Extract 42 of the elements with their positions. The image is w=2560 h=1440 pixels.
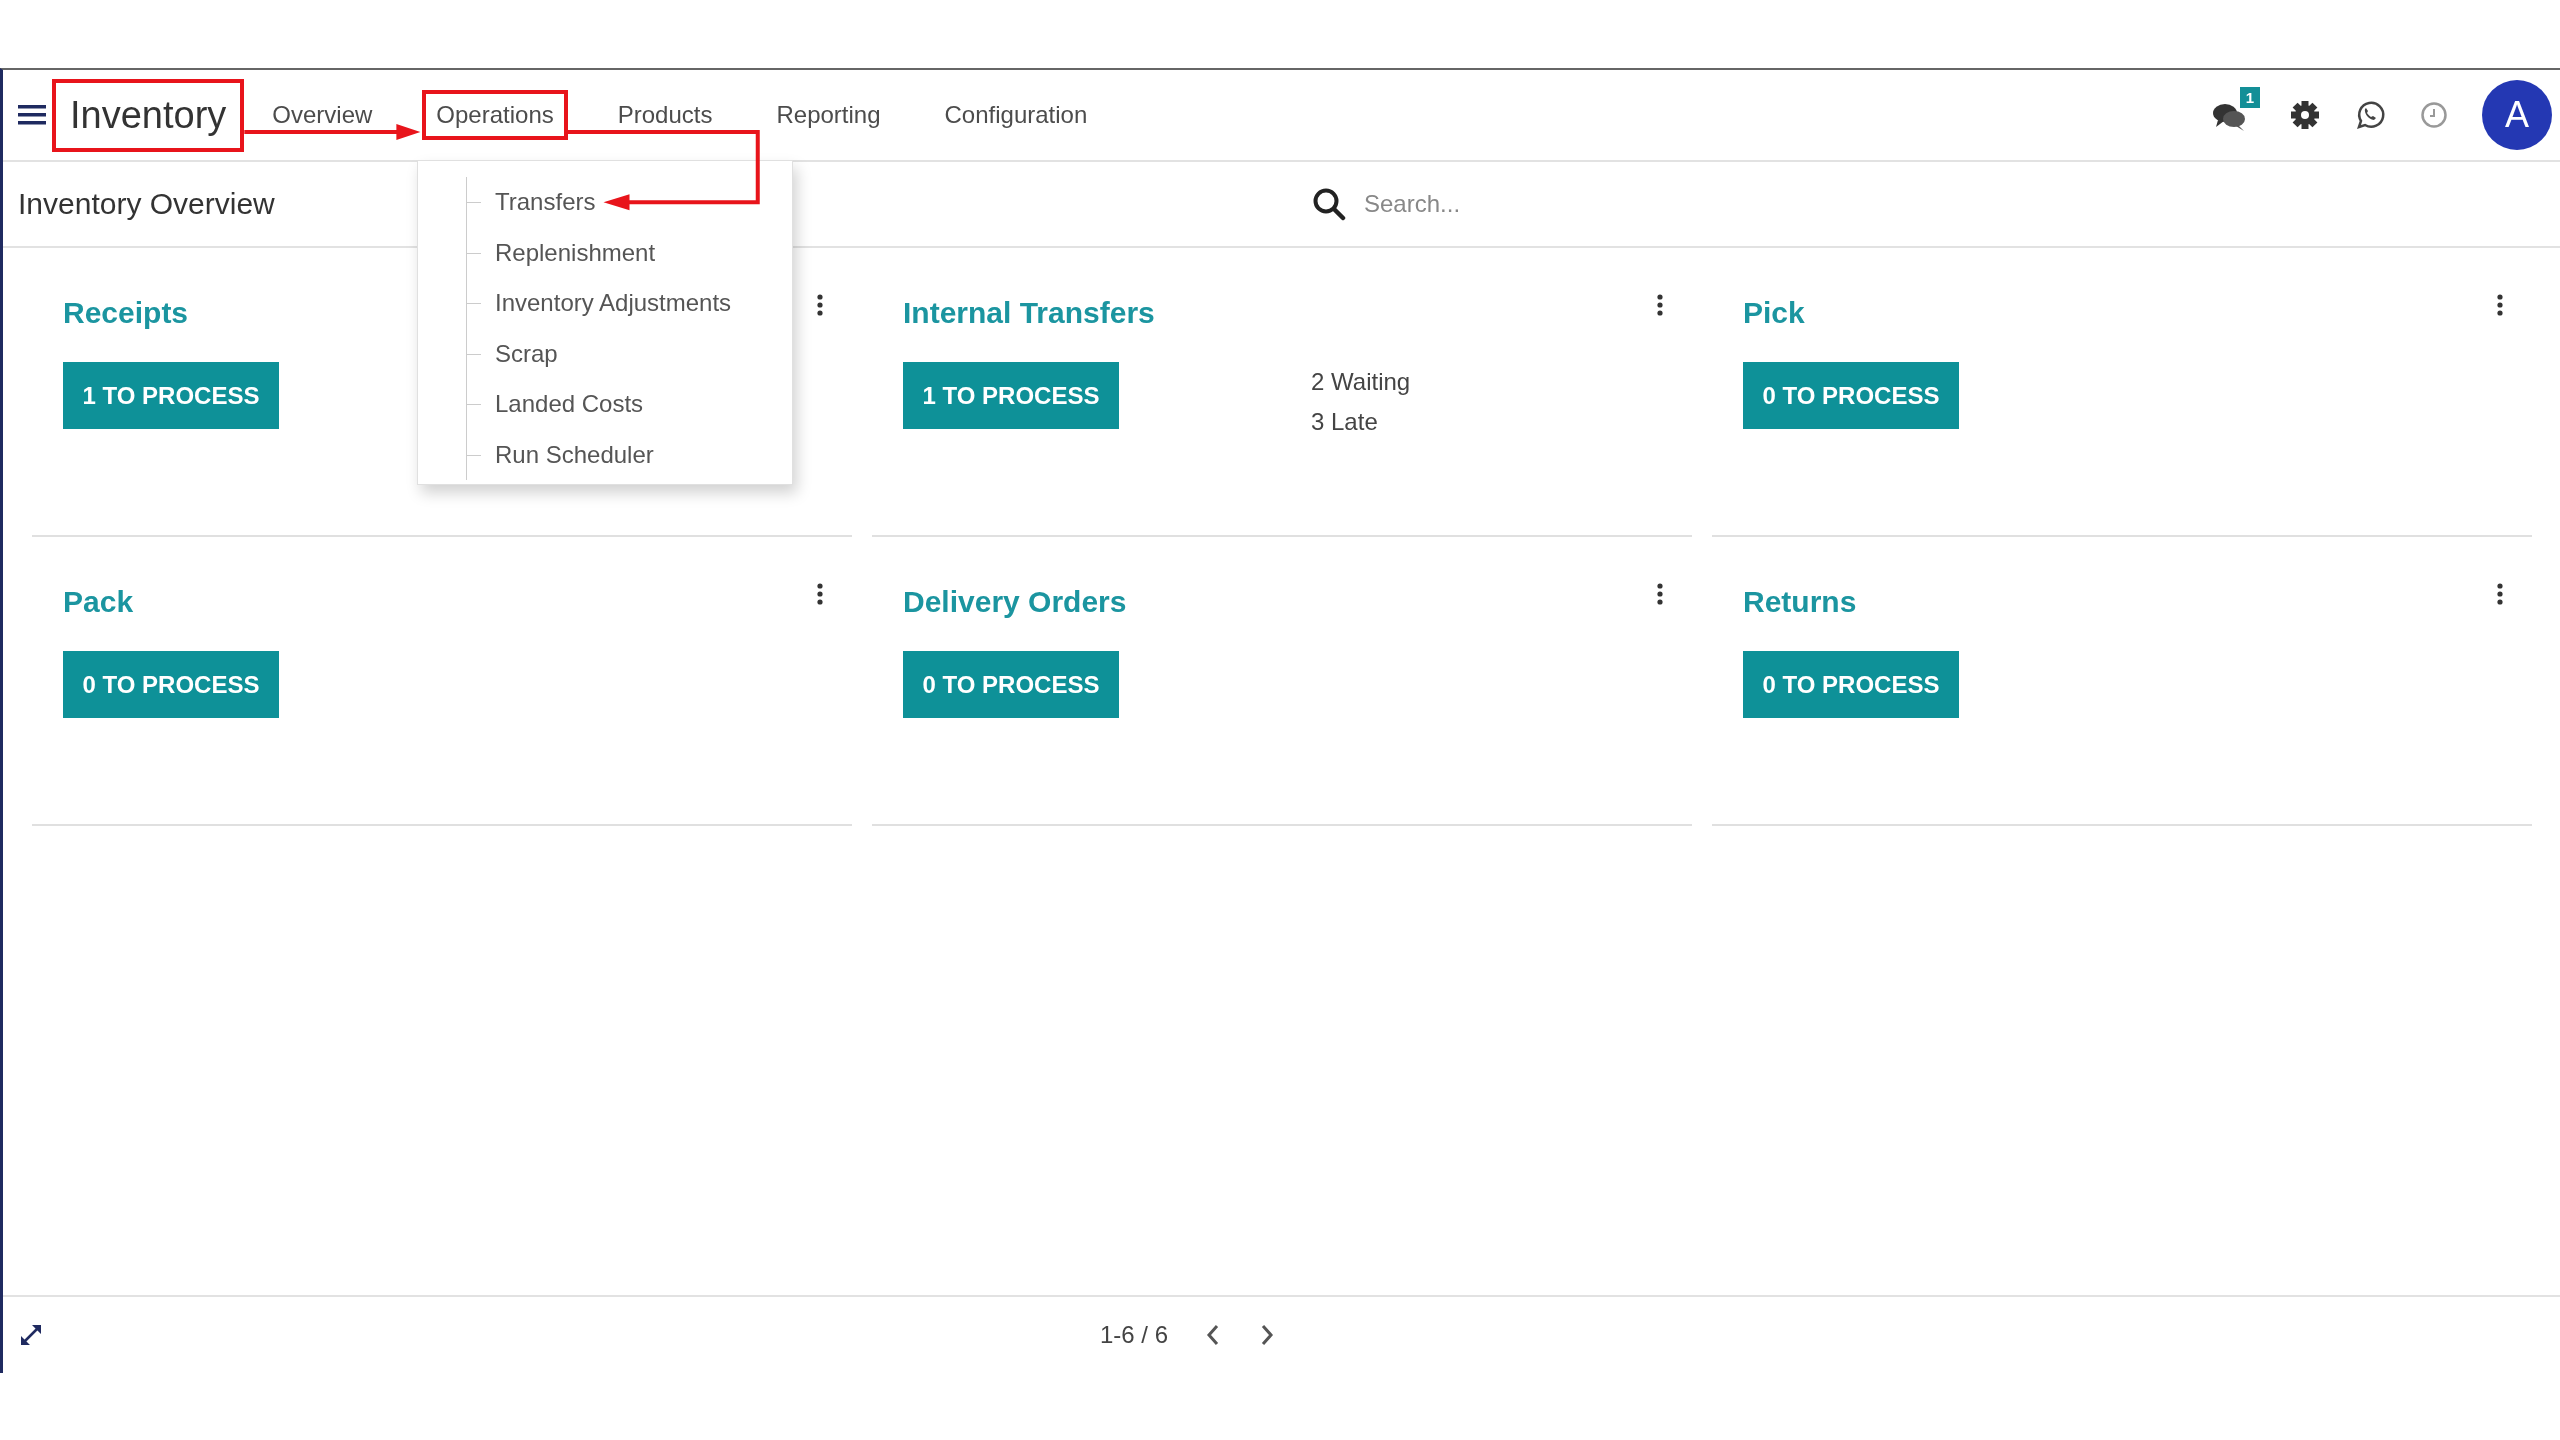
menu-icon[interactable]: [18, 103, 46, 127]
more-options-icon[interactable]: [816, 583, 824, 605]
card-title[interactable]: Pick: [1743, 296, 1805, 330]
search-icon: [1312, 187, 1346, 221]
dropdown-item[interactable]: Landed Costs: [467, 379, 792, 430]
card-title[interactable]: Receipts: [63, 296, 189, 330]
user-avatar[interactable]: A: [2482, 80, 2552, 150]
process-button[interactable]: 0 TO PROCESS: [1743, 651, 1959, 718]
pager-range: 1-6 / 6: [1100, 1321, 1169, 1349]
dropdown-item[interactable]: Replenishment: [467, 227, 792, 278]
more-options-icon[interactable]: [1656, 583, 1664, 605]
page-title: Inventory Overview: [18, 187, 275, 220]
process-button[interactable]: 1 TO PROCESS: [903, 362, 1119, 429]
menu-item[interactable]: Overview: [258, 90, 387, 140]
menu-item[interactable]: Products: [603, 90, 727, 140]
status-link[interactable]: 2 Waiting: [1311, 368, 1411, 396]
process-button[interactable]: 0 TO PROCESS: [903, 651, 1119, 718]
more-options-icon[interactable]: [2496, 294, 2504, 316]
settings-icon[interactable]: [2290, 100, 2320, 130]
app-title[interactable]: Inventory: [52, 78, 245, 152]
chat-icon[interactable]: [2212, 101, 2246, 133]
menu-item[interactable]: Operations: [422, 90, 568, 140]
menu-item[interactable]: Configuration: [930, 90, 1102, 140]
dropdown-item[interactable]: Run Scheduler: [467, 429, 792, 480]
process-button[interactable]: 1 TO PROCESS: [63, 362, 279, 429]
card-title[interactable]: Internal Transfers: [903, 296, 1155, 330]
card-title[interactable]: Delivery Orders: [903, 585, 1127, 619]
more-options-icon[interactable]: [2496, 583, 2504, 605]
dropdown-item[interactable]: Scrap: [467, 328, 792, 379]
expand-icon[interactable]: [19, 1323, 43, 1347]
dropdown-item[interactable]: Inventory Adjustments: [467, 278, 792, 329]
process-button[interactable]: 0 TO PROCESS: [1743, 362, 1959, 429]
status-link[interactable]: 3 Late: [1311, 408, 1411, 436]
card-title[interactable]: Pack: [63, 585, 134, 619]
whatsapp-icon[interactable]: [2354, 99, 2386, 131]
clock-icon[interactable]: [2420, 101, 2448, 129]
card-title[interactable]: Returns: [1743, 585, 1857, 619]
menu-item[interactable]: Reporting: [762, 90, 895, 140]
more-options-icon[interactable]: [816, 294, 824, 316]
message-count-badge: 1: [2239, 87, 2260, 108]
more-options-icon[interactable]: [1656, 294, 1664, 316]
process-button[interactable]: 0 TO PROCESS: [63, 651, 279, 718]
